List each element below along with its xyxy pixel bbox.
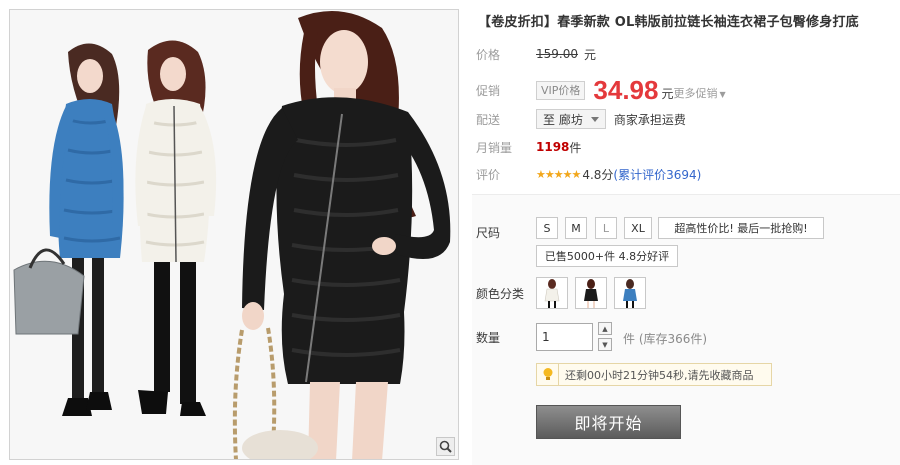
rating-row: 评价 ★★★★★ 4.8分 (累计评价3694) (472, 164, 701, 184)
color-label: 颜色分类 (476, 287, 525, 301)
shipping-note: 商家承担运费 (613, 112, 686, 127)
dropdown-caret-icon: ▼ (719, 90, 726, 99)
quantity-input[interactable] (536, 323, 593, 351)
product-title: 【卷皮折扣】春季新款 OL韩版前拉链长袖连衣裙子包臀修身打底 (478, 15, 859, 30)
quantity-increase-button[interactable]: ▲ (598, 322, 612, 335)
stock-info: 件 (库存366件) (623, 332, 708, 346)
lightbulb-icon (537, 364, 559, 385)
promo-tag-bestvalue[interactable]: 超高性价比! 最后一批抢购! (658, 217, 824, 239)
more-promo-text: 更多促销 (673, 87, 718, 100)
promo-tag-soldcount[interactable]: 已售5000+件 4.8分好评 (536, 245, 678, 267)
delivery-label: 配送 (476, 112, 501, 127)
magnifier-icon (439, 440, 452, 453)
original-price-unit: 元 (584, 47, 597, 62)
original-price-row: 价格 159.00 元 (472, 44, 596, 64)
color-option-blue[interactable] (614, 277, 646, 309)
countdown-text: 还剩00小时21分钟54秒,请先收藏商品 (565, 368, 754, 382)
review-count-link[interactable]: (累计评价3694) (613, 166, 701, 183)
quantity-label: 数量 (476, 331, 501, 345)
promo-label: 促销 (476, 83, 501, 98)
promo-price-row: 促销 VIP价格 34.98 元 更多促销 ▼ (472, 76, 726, 104)
region-select[interactable]: 至 廊坊 (536, 109, 606, 129)
rating-score: 4.8分 (582, 167, 614, 182)
delivery-row: 配送 至 廊坊 商家承担运费 (472, 109, 686, 129)
buy-now-button[interactable]: 即将开始 (536, 405, 681, 439)
size-option-m[interactable]: M (565, 217, 587, 239)
zoom-button[interactable] (436, 437, 455, 456)
rating-stars-icon: ★★★★★ (536, 167, 581, 181)
white-dress-thumb-icon (544, 279, 560, 308)
countdown-notice: 还剩00小时21分钟54秒,请先收藏商品 (536, 363, 772, 386)
sale-price: 34.98 (593, 75, 659, 105)
product-info: 【卷皮折扣】春季新款 OL韩版前拉链长袖连衣裙子包臀修身打底 价格 159.00… (472, 0, 900, 465)
original-price: 159.00 (536, 47, 578, 61)
vip-price-tag: VIP价格 (536, 80, 586, 100)
color-option-white[interactable] (536, 277, 568, 309)
monthly-sales-row: 月销量 1198 件 (472, 137, 581, 157)
rating-label: 评价 (476, 167, 501, 182)
color-option-black[interactable] (575, 277, 607, 309)
chevron-up-icon: ▲ (602, 324, 608, 333)
region-value: 至 廊坊 (543, 112, 583, 127)
sale-price-unit: 元 (661, 86, 674, 101)
product-photo[interactable] (9, 9, 459, 460)
size-option-s[interactable]: S (536, 217, 558, 239)
monthly-sales-label: 月销量 (476, 140, 513, 155)
size-option-xl[interactable]: XL (624, 217, 652, 239)
black-dress-thumb-icon (584, 279, 598, 308)
more-promo-link[interactable]: 更多促销 ▼ (674, 85, 726, 101)
product-illustration (10, 10, 458, 459)
price-label: 价格 (476, 47, 501, 62)
chevron-down-icon: ▼ (602, 340, 608, 349)
options-panel: 尺码 S M L XL 超高性价比! 最后一批抢购! 已售5000+件 4.8分… (472, 194, 900, 465)
quantity-decrease-button[interactable]: ▼ (598, 338, 612, 351)
size-option-l[interactable]: L (595, 217, 617, 239)
blue-dress-thumb-icon (623, 279, 637, 308)
monthly-sales-value: 1198 (536, 140, 570, 154)
chevron-down-icon (590, 116, 599, 122)
size-label: 尺码 (476, 226, 501, 240)
monthly-sales-unit: 件 (569, 140, 582, 155)
